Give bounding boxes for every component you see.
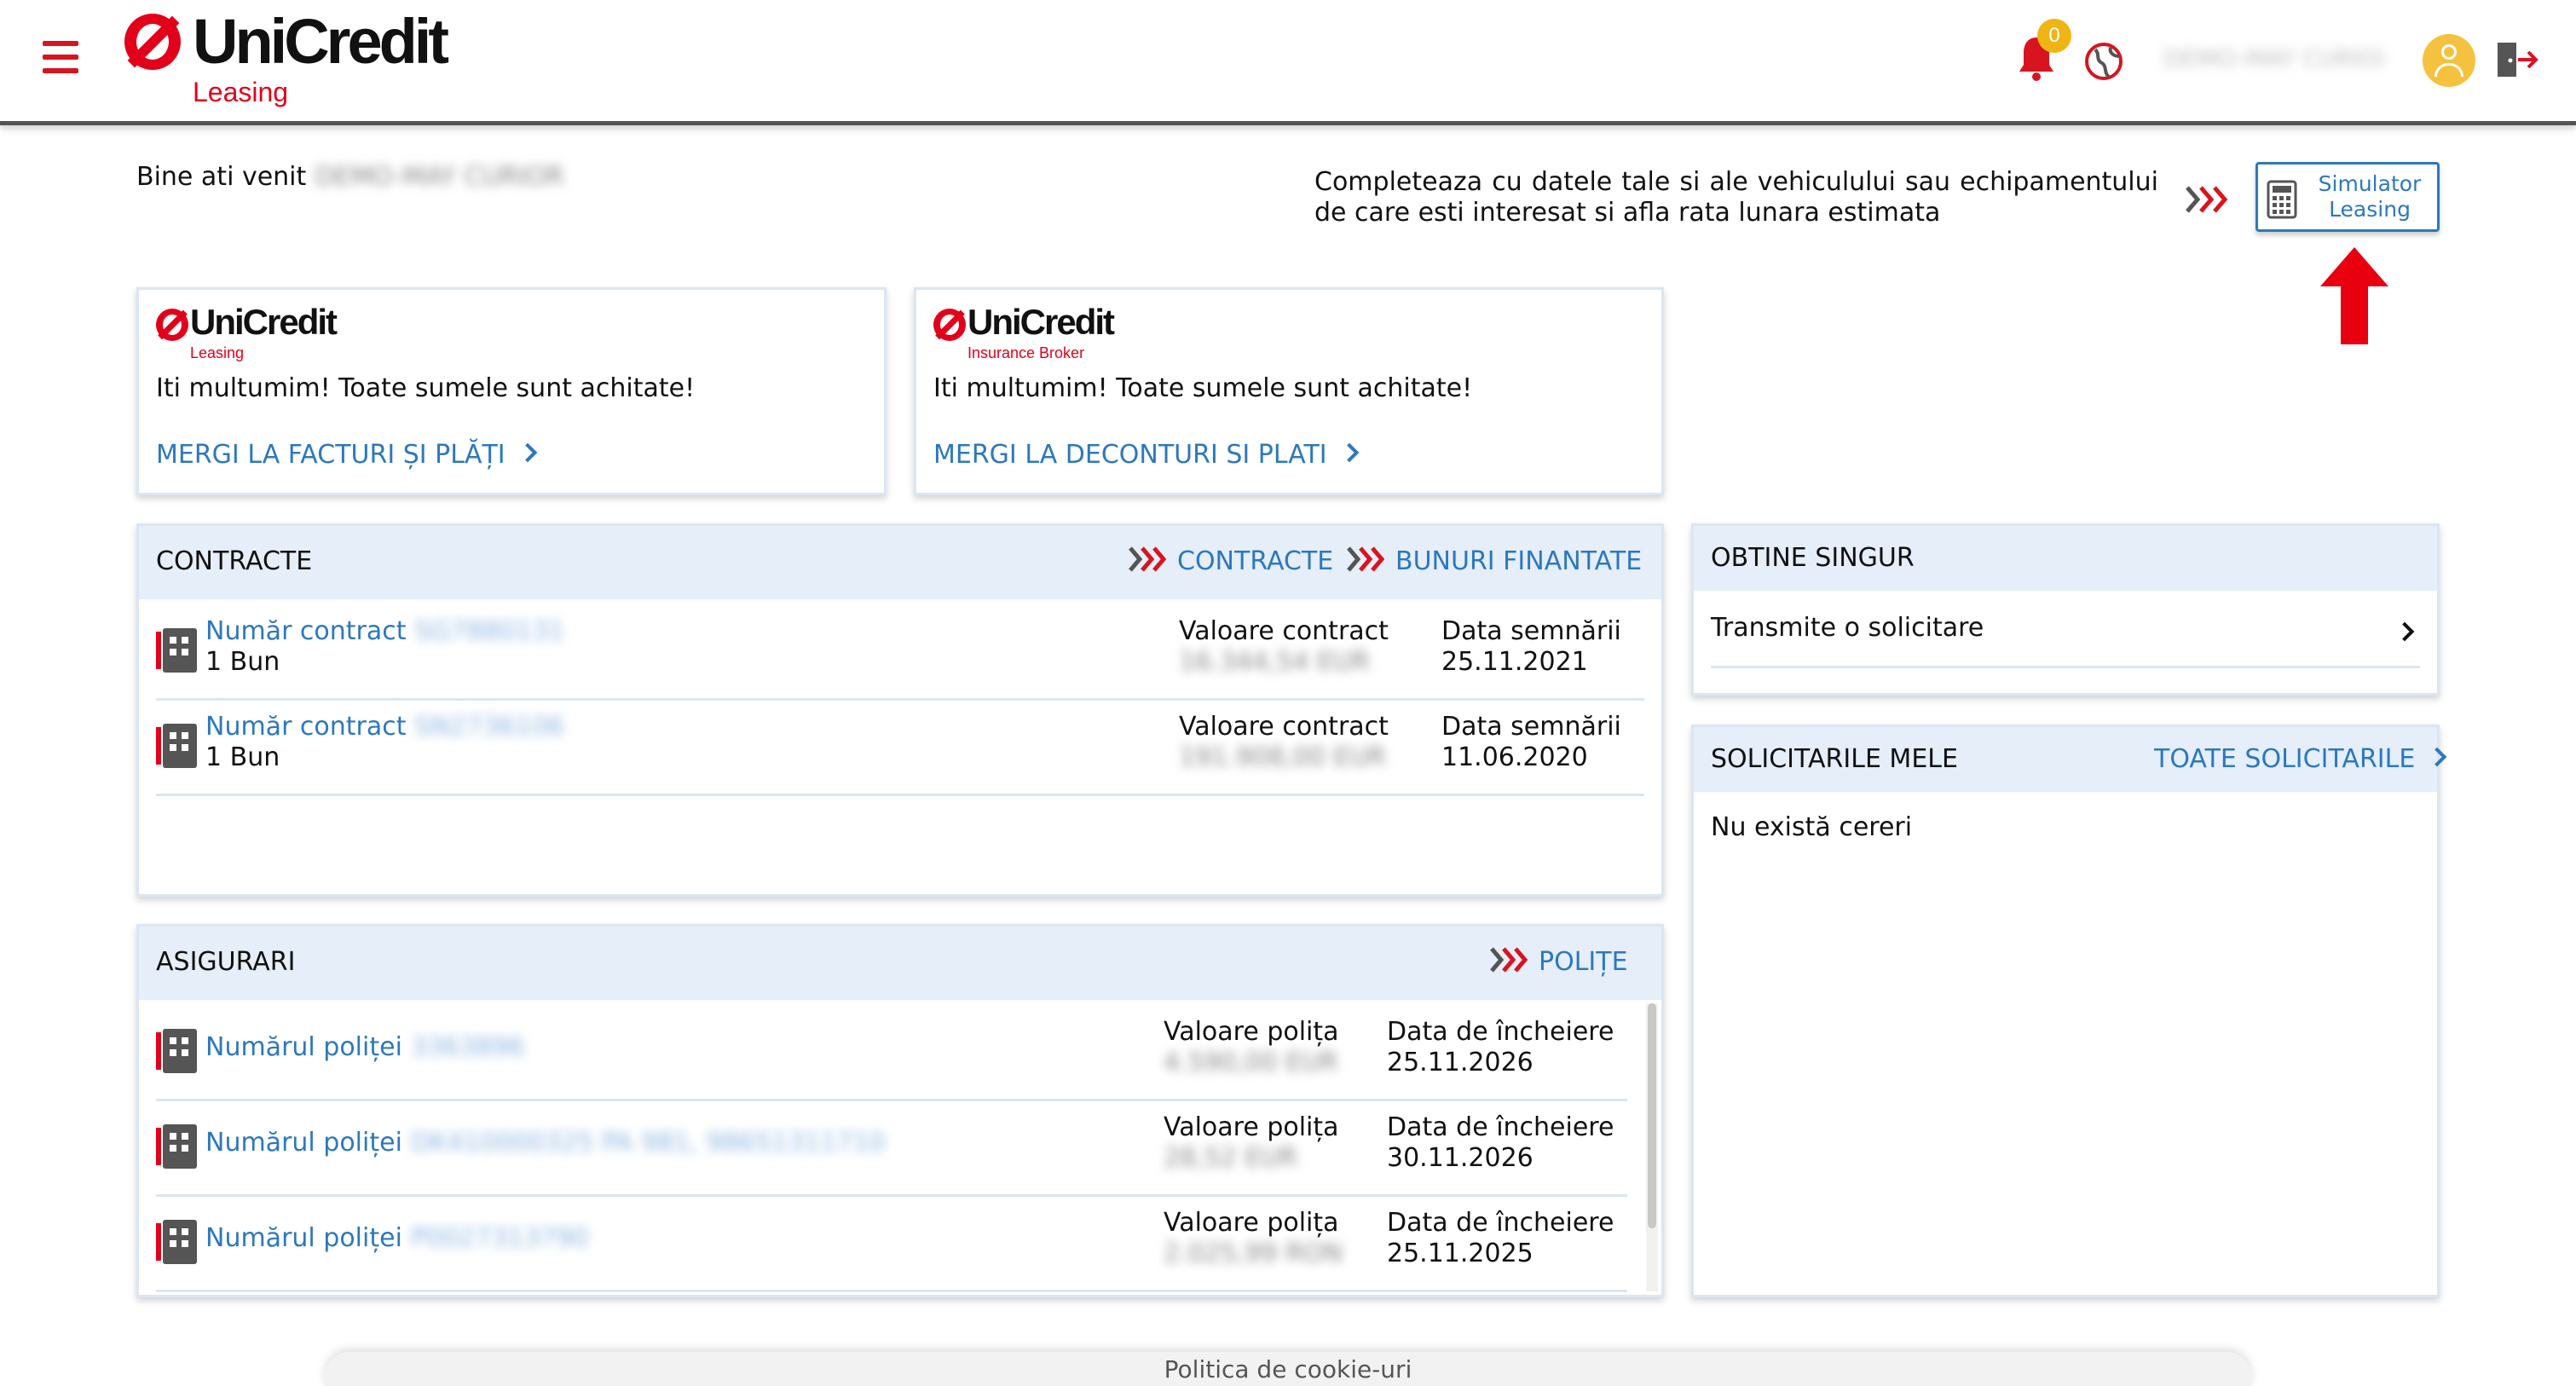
calculator-icon — [2267, 180, 2297, 219]
triple-chevron-icon — [2186, 186, 2228, 213]
triple-chevron-icon — [1490, 946, 1528, 973]
contract-value: 191.908,00 EUR — [1179, 742, 1387, 772]
all-requests-link[interactable]: TOATE SOLICITARILE — [2154, 744, 2447, 774]
signing-date: 11.06.2020 — [1441, 742, 1588, 772]
policies-link[interactable]: POLIȚE — [1489, 946, 1628, 978]
my-requests-panel: SOLICITARILE MELE TOATE SOLICITARILE Nu … — [1691, 725, 2447, 1297]
welcome-user-name: DEMO-MAY CURIOR — [315, 162, 564, 192]
user-name: DEMO-MAY CURIOR — [2163, 44, 2383, 72]
self-service-header: OBTINE SINGUR — [1694, 526, 2437, 591]
policies-scrollbar[interactable] — [1646, 1003, 1658, 1291]
payment-status-message: Iti multumim! Toate sumele sunt achitate… — [933, 373, 1473, 403]
goods-count: 1 Bun — [205, 647, 280, 677]
chevron-right-icon — [1339, 442, 1359, 463]
triple-chevron-icon — [1129, 546, 1167, 572]
welcome-text: Bine ati venit DEMO-MAY CURIOR — [136, 162, 564, 192]
divider — [1711, 666, 2420, 668]
policy-row[interactable]: Numărul poliței P0027313790 Valoare poliț… — [156, 1196, 1627, 1292]
simulator-leasing-button[interactable]: Simulator Leasing — [2255, 162, 2440, 232]
simulator-description: Completeaza cu datele tale si ale vehicu… — [1314, 167, 2158, 228]
chevron-right-icon — [2394, 621, 2415, 642]
unicredit-mark-icon — [933, 309, 966, 341]
contracts-title: CONTRACTE — [156, 546, 313, 576]
contracts-panel-header: CONTRACTE CONTRACTE BUNURI FINANTATE — [139, 526, 1661, 599]
insurance-panel-header: ASIGURARI POLIȚE — [139, 927, 1661, 1000]
document-icon — [156, 1220, 197, 1264]
financed-goods-link[interactable]: BUNURI FINANTATE — [1346, 546, 1642, 577]
policy-value: 4.590,00 EUR — [1164, 1048, 1338, 1077]
my-requests-title: SOLICITARILE MELE — [1711, 744, 1958, 774]
insurance-title: ASIGURARI — [156, 947, 296, 977]
unicredit-mark-icon — [156, 309, 188, 341]
menu-icon[interactable] — [43, 41, 78, 75]
triple-chevron-icon — [1347, 546, 1385, 572]
insurance-broker-balance-card: UniCredit Insurance Broker Iti multumim!… — [914, 287, 1664, 495]
contract-number: SN2736106 — [414, 712, 564, 742]
policy-number: P0027313790 — [410, 1223, 589, 1253]
leasing-balance-card: UniCredit Leasing Iti multumim! Toate su… — [136, 287, 887, 495]
my-requests-header: SOLICITARILE MELE TOATE SOLICITARILE — [1694, 727, 2447, 792]
unicredit-mark-icon — [124, 14, 181, 70]
document-icon — [156, 1029, 197, 1073]
policy-number: 3363896 — [410, 1032, 525, 1062]
policy-row[interactable]: Numărul poliței DK410000325 PA 981, 98651… — [156, 1100, 1627, 1197]
policy-value: 2.025,99 RON — [1164, 1239, 1343, 1268]
goods-count: 1 Bun — [205, 742, 280, 772]
policy-date: 25.11.2026 — [1387, 1048, 1533, 1077]
payment-status-message: Iti multumim! Toate sumele sunt achitate… — [156, 373, 696, 403]
document-icon — [156, 1124, 197, 1169]
notification-badge: 0 — [2037, 19, 2071, 53]
document-icon — [156, 724, 197, 768]
self-service-panel: OBTINE SINGUR Transmite o solicitare — [1691, 523, 2440, 696]
settlements-payments-link[interactable]: MERGI LA DECONTURI SI PLATI — [933, 440, 1359, 470]
insurance-panel: ASIGURARI POLIȚE Numărul poliței 3363896 … — [136, 924, 1664, 1297]
top-header: UniCredit Leasing 0 DEMO-MAY CURIOR — [0, 0, 2576, 125]
contracts-link[interactable]: CONTRACTE — [1128, 546, 1333, 577]
empty-requests-message: Nu există cereri — [1711, 812, 1913, 842]
chevron-right-icon — [517, 442, 537, 463]
avatar[interactable] — [2423, 34, 2475, 87]
cookie-policy-link[interactable]: Politica de cookie-uri — [324, 1355, 2252, 1383]
self-service-title: OBTINE SINGUR — [1711, 543, 1915, 573]
contracts-panel: CONTRACTE CONTRACTE BUNURI FINANTATE Num… — [136, 523, 1664, 897]
language-globe-icon[interactable] — [2083, 41, 2124, 82]
chevron-right-icon — [2428, 747, 2447, 767]
contract-row[interactable]: Număr contract SG7880131 1 Bun Valoare co… — [156, 604, 1644, 701]
policy-value: 28,52 EUR — [1164, 1143, 1298, 1173]
contract-row[interactable]: Număr contract SN2736106 1 Bun Valoare co… — [156, 700, 1644, 796]
red-up-arrow-icon — [2320, 247, 2388, 344]
contract-number: SG7880131 — [414, 616, 565, 646]
brand-logo[interactable]: UniCredit Leasing — [124, 6, 449, 113]
policy-row[interactable]: Numărul poliței 3363896 Valoare polița 4.… — [156, 1005, 1627, 1101]
document-icon — [156, 628, 197, 673]
policy-number: DK410000325 PA 981, 98651311710 — [410, 1128, 886, 1158]
invoices-payments-link[interactable]: MERGI LA FACTURI ȘI PLĂȚI — [156, 440, 537, 470]
unicredit-leasing-logo: UniCredit Leasing — [156, 302, 412, 361]
signing-date: 25.11.2021 — [1441, 647, 1588, 677]
logout-icon[interactable] — [2494, 39, 2538, 80]
footer-bar: Politica de cookie-uri — [324, 1352, 2252, 1386]
scrollbar-thumb[interactable] — [1648, 1003, 1656, 1228]
unicredit-insurance-broker-logo: UniCredit Insurance Broker — [933, 302, 1189, 361]
policy-date: 25.11.2025 — [1387, 1239, 1533, 1268]
policy-date: 30.11.2026 — [1387, 1143, 1533, 1173]
submit-request-link[interactable]: Transmite o solicitare — [1711, 613, 2420, 643]
contract-value: 16.344,54 EUR — [1179, 647, 1370, 677]
